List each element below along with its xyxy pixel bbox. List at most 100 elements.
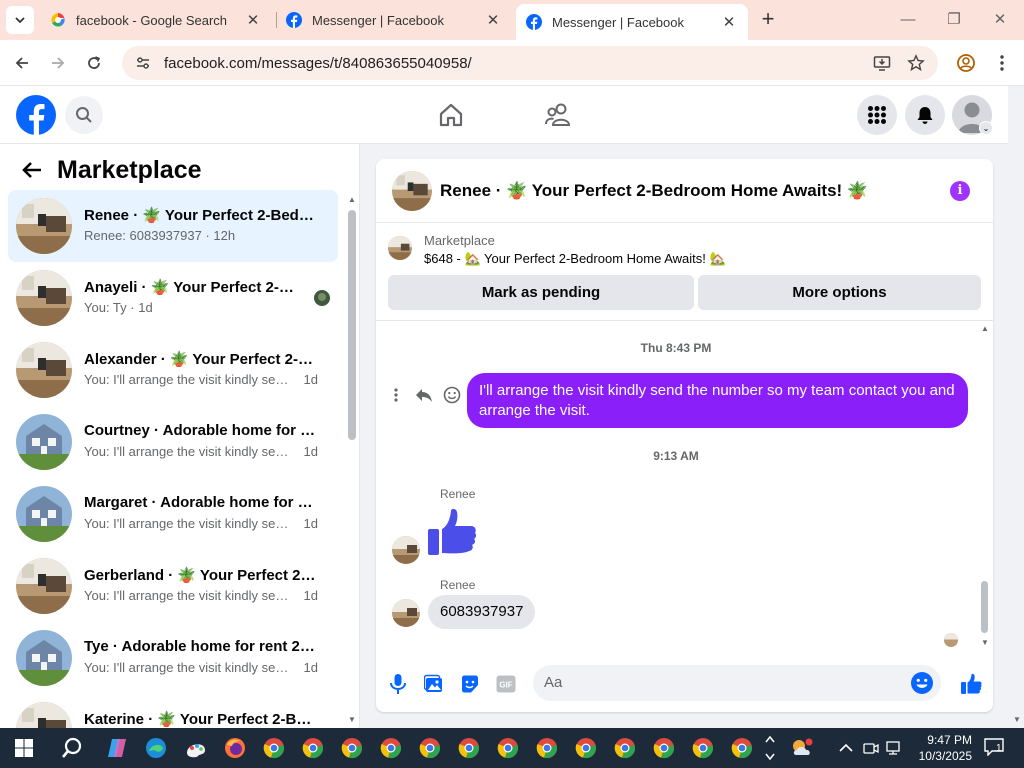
scroll-up-icon[interactable]: ▲ xyxy=(980,325,990,333)
new-tab-icon[interactable]: + xyxy=(756,8,780,32)
chrome-icon[interactable] xyxy=(338,734,366,762)
send-like-button[interactable] xyxy=(959,672,983,696)
chrome-icon[interactable] xyxy=(416,734,444,762)
menu-button[interactable] xyxy=(857,95,897,135)
bookmark-star-icon[interactable] xyxy=(906,53,926,73)
chrome-icon[interactable] xyxy=(689,734,717,762)
windows-start-icon[interactable] xyxy=(10,734,38,762)
message-input[interactable]: Aa xyxy=(533,665,941,701)
sidebar-header: Marketplace xyxy=(0,144,359,192)
close-icon[interactable]: ✕ xyxy=(720,13,738,31)
emoji-icon[interactable] xyxy=(910,671,934,695)
system-clock[interactable]: 9:47 PM 10/3/2025 xyxy=(908,732,972,764)
firefox-icon[interactable] xyxy=(221,734,249,762)
scroll-up-icon[interactable]: ▲ xyxy=(347,196,357,204)
conversation-item[interactable]: Renee · 🪴 Your Perfect 2-Bedroom Home Aw… xyxy=(8,190,338,262)
sender-avatar[interactable] xyxy=(392,599,420,627)
address-bar[interactable]: facebook.com/messages/t/840863655040958/ xyxy=(122,46,938,80)
react-emoji-icon[interactable] xyxy=(440,383,464,407)
scroll-down-icon[interactable]: ▼ xyxy=(1013,715,1021,724)
weather-icon[interactable] xyxy=(788,734,816,762)
facebook-search-button[interactable] xyxy=(65,96,103,134)
page-scrollbar[interactable]: ▼ xyxy=(1010,86,1024,728)
conversation-item[interactable]: Alexander · 🪴 Your Perfect 2-Bedroom Hom… xyxy=(8,334,338,406)
scrollbar-thumb[interactable] xyxy=(981,581,988,633)
conversation-item[interactable]: Anayeli · 🪴 Your Perfect 2-Bedroom Home … xyxy=(8,262,338,334)
close-icon[interactable]: ✕ xyxy=(244,11,262,29)
tab-messenger-1[interactable]: Messenger | Facebook ✕ xyxy=(276,4,512,36)
install-app-icon[interactable] xyxy=(872,53,892,73)
reply-icon[interactable] xyxy=(412,383,436,407)
reload-button[interactable] xyxy=(81,50,107,76)
facebook-logo-icon[interactable] xyxy=(16,95,56,135)
outgoing-message[interactable]: I'll arrange the visit kindly send the n… xyxy=(467,373,968,428)
taskbar-scroll-arrows-icon[interactable] xyxy=(760,734,780,762)
thumbs-up-sticker-icon[interactable] xyxy=(426,507,478,559)
arrow-left-icon xyxy=(22,162,41,178)
chrome-icon[interactable] xyxy=(299,734,327,762)
chrome-icon[interactable] xyxy=(377,734,405,762)
chrome-icon[interactable] xyxy=(611,734,639,762)
chrome-icon[interactable] xyxy=(572,734,600,762)
chrome-icon[interactable] xyxy=(260,734,288,762)
chrome-icon[interactable] xyxy=(494,734,522,762)
tab-messenger-active[interactable]: Messenger | Facebook ✕ xyxy=(516,4,748,40)
forward-button[interactable] xyxy=(45,50,71,76)
home-nav-button[interactable] xyxy=(436,100,466,130)
paint-app-icon[interactable] xyxy=(182,734,210,762)
chat-title[interactable]: Renee · 🪴 Your Perfect 2-Bedroom Home Aw… xyxy=(440,181,868,201)
browser-menu-button[interactable] xyxy=(989,50,1015,76)
conversation-item[interactable]: Margaret · Adorable home for rent 2 bedr… xyxy=(8,478,338,550)
gif-icon[interactable]: GIF xyxy=(494,672,518,696)
conversation-item[interactable]: Gerberland · 🪴 Your Perfect 2-Bedroom Ho… xyxy=(8,550,338,622)
scrollbar-thumb[interactable] xyxy=(348,210,356,440)
sender-name: Renee xyxy=(440,487,476,501)
restore-icon[interactable]: ❐ xyxy=(942,8,966,32)
chrome-icon[interactable] xyxy=(455,734,483,762)
chat-avatar[interactable] xyxy=(392,171,432,211)
microphone-icon[interactable] xyxy=(386,672,410,696)
tab-search-button[interactable] xyxy=(6,6,34,34)
preview-text: You: I'll arrange the visit kindly send … xyxy=(84,660,292,675)
back-arrow-button[interactable] xyxy=(20,158,44,182)
friends-nav-button[interactable] xyxy=(543,100,573,130)
edge-browser-icon[interactable] xyxy=(142,734,170,762)
conversation-item[interactable]: Tye · Adorable home for rent 2 bedroom Y… xyxy=(8,622,338,694)
sender-avatar[interactable] xyxy=(392,536,420,564)
taskbar-search-icon[interactable] xyxy=(58,734,86,762)
notifications-button[interactable] xyxy=(905,95,945,135)
close-icon[interactable]: ✕ xyxy=(484,11,502,29)
listing-thumbnail[interactable] xyxy=(388,236,412,260)
avatar xyxy=(16,630,72,686)
photo-icon[interactable] xyxy=(422,672,446,696)
network-icon[interactable] xyxy=(882,734,904,762)
listing-price-title[interactable]: $648 - 🏡 Your Perfect 2-Bedroom Home Awa… xyxy=(424,251,726,267)
more-vertical-icon[interactable] xyxy=(384,383,408,407)
chevron-up-icon[interactable] xyxy=(836,734,856,762)
conversation-item[interactable]: Katerine · 🪴 Your Perfect 2-Bedroom Home… xyxy=(8,694,338,728)
tab-google-search[interactable]: facebook - Google Search ✕ xyxy=(40,4,272,36)
mark-as-pending-button[interactable]: Mark as pending xyxy=(388,275,694,310)
profile-button[interactable] xyxy=(953,50,979,76)
meet-now-icon[interactable] xyxy=(860,734,882,762)
window-close-icon[interactable]: ✕ xyxy=(988,8,1012,32)
scroll-down-icon[interactable]: ▼ xyxy=(347,716,357,724)
site-settings-icon[interactable] xyxy=(134,54,152,72)
incoming-message[interactable]: 6083937937 xyxy=(428,595,536,629)
scroll-down-icon[interactable]: ▼ xyxy=(980,639,990,647)
conversation-item[interactable]: Courtney · Adorable home for rent 2 bedr… xyxy=(8,406,338,478)
more-options-button[interactable]: More options xyxy=(698,275,981,310)
sticker-icon[interactable] xyxy=(458,672,482,696)
minimize-icon[interactable]: — xyxy=(896,8,920,32)
notification-center-button[interactable]: 1 xyxy=(984,738,1006,758)
sidebar-scrollbar[interactable]: ▲ ▼ xyxy=(347,194,357,728)
chat-scrollbar[interactable]: ▲ ▼ xyxy=(978,321,990,651)
chrome-icon[interactable] xyxy=(728,734,756,762)
chrome-icon[interactable] xyxy=(533,734,561,762)
back-button[interactable] xyxy=(9,50,35,76)
info-icon[interactable]: i xyxy=(950,181,970,201)
account-caret-icon[interactable]: ⌄ xyxy=(979,121,993,135)
avatar xyxy=(16,414,72,470)
chrome-icon[interactable] xyxy=(650,734,678,762)
copilot-icon[interactable] xyxy=(103,734,131,762)
